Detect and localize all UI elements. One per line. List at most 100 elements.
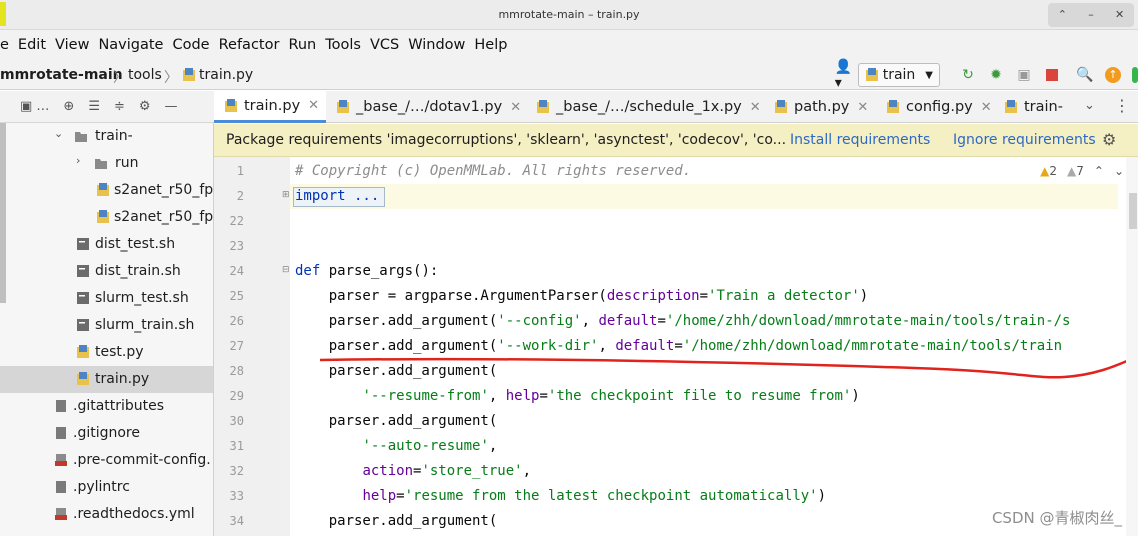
warning-icon: ▲2 — [1040, 164, 1057, 178]
menu-navigate[interactable]: Navigate — [98, 37, 163, 53]
tab-schedule[interactable]: _base_/…/schedule_1x.py ✕ — [526, 91, 764, 123]
close-tab-icon[interactable]: ✕ — [750, 100, 761, 115]
ide-logo-icon — [1132, 66, 1138, 84]
python-file-icon — [1005, 100, 1017, 113]
chevron-right-icon: › — [76, 154, 81, 167]
python-file-icon — [183, 68, 195, 81]
gear-icon[interactable]: ⚙ — [1102, 130, 1116, 149]
title-bar: mmrotate-main – train.py ⌃ – ✕ — [0, 0, 1138, 30]
close-tab-icon[interactable]: ✕ — [510, 100, 521, 115]
project-tree: ⌄ train- › run s2anet_r50_fp s2anet_r50_… — [0, 123, 214, 536]
coverage-icon[interactable]: ▣ — [1015, 66, 1033, 84]
rerun-icon[interactable]: ↻ — [959, 66, 977, 84]
tree-item[interactable]: slurm_train.sh — [0, 312, 213, 339]
hide-icon[interactable]: — — [165, 99, 178, 114]
editor-scrollbar[interactable] — [1126, 157, 1138, 536]
menu-refactor[interactable]: Refactor — [219, 37, 280, 53]
chevron-down-icon: ▼ — [925, 69, 933, 81]
tree-item[interactable]: s2anet_r50_fp — [0, 177, 213, 204]
run-configuration-selector[interactable]: train ▼ — [857, 63, 940, 87]
python-file-icon — [865, 68, 878, 81]
red-underline-annotation — [319, 355, 1137, 379]
banner-message: Package requirements 'imagecorruptions',… — [226, 132, 787, 148]
close-icon[interactable]: ✕ — [1112, 7, 1128, 23]
menu-view[interactable]: View — [55, 37, 89, 53]
tab-config[interactable]: config.py ✕ — [876, 91, 994, 123]
project-view-icon[interactable]: ▣ … — [20, 99, 49, 114]
run-configuration-name: train — [882, 67, 916, 83]
python-file-icon — [77, 372, 89, 385]
shell-file-icon — [77, 238, 89, 250]
stop-icon[interactable] — [1043, 66, 1061, 84]
menu-run[interactable]: Run — [288, 37, 316, 53]
tab-train-folder[interactable]: train- — [994, 91, 1079, 123]
tab-path[interactable]: path.py ✕ — [764, 91, 876, 123]
python-file-icon — [337, 100, 349, 113]
update-icon[interactable]: ↑ — [1104, 66, 1122, 84]
ignore-requirements-link[interactable]: Ignore requirements — [953, 132, 1096, 148]
editor-tabs: train.py ✕ _base_/…/dotav1.py ✕ _base_/…/s… — [214, 91, 1138, 123]
tree-item[interactable]: .pre-commit-config. — [0, 447, 213, 474]
scrollbar-thumb[interactable] — [1129, 193, 1137, 229]
close-tab-icon[interactable]: ✕ — [857, 100, 868, 115]
python-file-icon — [775, 100, 787, 113]
tree-item[interactable]: .readthedocs.yml — [0, 501, 213, 528]
navigation-bar: mmrotate-main 〉 tools 〉 train.py 👤▾ trai… — [0, 59, 1138, 91]
expand-all-icon[interactable]: ☰ — [88, 99, 100, 114]
install-requirements-link[interactable]: Install requirements — [790, 132, 930, 148]
python-file-icon — [537, 100, 549, 113]
breadcrumb-file[interactable]: train.py — [199, 67, 253, 83]
yaml-file-icon — [55, 454, 67, 466]
user-icon[interactable]: 👤▾ — [835, 59, 853, 91]
python-config-file-icon — [97, 183, 109, 196]
folder-icon — [95, 159, 107, 169]
breadcrumb-project[interactable]: mmrotate-main — [0, 67, 123, 83]
minimize-icon[interactable]: – — [1083, 7, 1099, 23]
close-tab-icon[interactable]: ✕ — [981, 100, 992, 115]
yaml-file-icon — [55, 508, 67, 520]
menu-code[interactable]: Code — [172, 37, 209, 53]
tree-item-selected[interactable]: train.py — [0, 366, 213, 393]
tree-item[interactable]: .gitattributes — [0, 393, 213, 420]
tree-item[interactable]: dist_train.sh — [0, 258, 213, 285]
tree-scrollbar[interactable] — [0, 123, 6, 303]
tree-item[interactable]: slurm_test.sh — [0, 285, 213, 312]
watermark: CSDN @青椒肉丝_ — [991, 509, 1122, 527]
tree-item[interactable]: ⌄ train- — [0, 123, 213, 150]
tree-item[interactable]: dist_test.sh — [0, 231, 213, 258]
locate-icon[interactable]: ⊕ — [63, 99, 74, 114]
close-tab-icon[interactable]: ✕ — [308, 98, 319, 113]
gear-icon[interactable]: ⚙ — [139, 99, 151, 114]
text-file-icon — [56, 427, 66, 439]
tab-train-py[interactable]: train.py ✕ — [214, 91, 326, 123]
window-controls: ⌃ – ✕ — [1048, 3, 1134, 27]
tab-dotav1[interactable]: _base_/…/dotav1.py ✕ — [326, 91, 526, 123]
inspection-widget[interactable]: ▲2 ▲7 ⌃ ⌄ — [1040, 164, 1124, 178]
window-title: mmrotate-main – train.py — [498, 8, 640, 21]
menu-file[interactable]: e — [0, 37, 9, 53]
project-toolbar: ▣ … ⊕ ☰ ≑ ⚙ — — [0, 91, 214, 123]
menu-tools[interactable]: Tools — [325, 37, 361, 53]
chevron-down-icon: ⌄ — [54, 127, 64, 140]
tabs-overflow-chevron-icon[interactable]: ⌄ — [1084, 98, 1095, 113]
code-editor[interactable]: 1 2 22 23 24 25 26 27 28 29 30 31 32 33 … — [214, 157, 1138, 536]
tree-item[interactable]: .gitignore — [0, 420, 213, 447]
search-icon[interactable]: 🔍 — [1076, 66, 1094, 84]
python-config-file-icon — [97, 210, 109, 223]
collapse-all-icon[interactable]: ≑ — [114, 99, 125, 114]
tree-item[interactable]: .pylintrc — [0, 474, 213, 501]
tree-item[interactable]: › run — [0, 150, 213, 177]
menu-edit[interactable]: Edit — [18, 37, 46, 53]
tree-item[interactable]: s2anet_r50_fp — [0, 204, 213, 231]
breadcrumb-tools[interactable]: tools — [128, 67, 162, 83]
debug-icon[interactable]: ✹ — [987, 66, 1005, 84]
more-icon[interactable]: ⋮ — [1114, 96, 1130, 115]
tree-item[interactable]: test.py — [0, 339, 213, 366]
menu-window[interactable]: Window — [408, 37, 465, 53]
chevron-down-icon[interactable]: ⌄ — [1114, 164, 1124, 178]
restore-icon[interactable]: ⌃ — [1054, 7, 1070, 23]
menu-help[interactable]: Help — [474, 37, 507, 53]
menu-vcs[interactable]: VCS — [370, 37, 399, 53]
chevron-up-icon[interactable]: ⌃ — [1094, 164, 1104, 178]
requirements-banner: Package requirements 'imagecorruptions',… — [214, 124, 1138, 157]
